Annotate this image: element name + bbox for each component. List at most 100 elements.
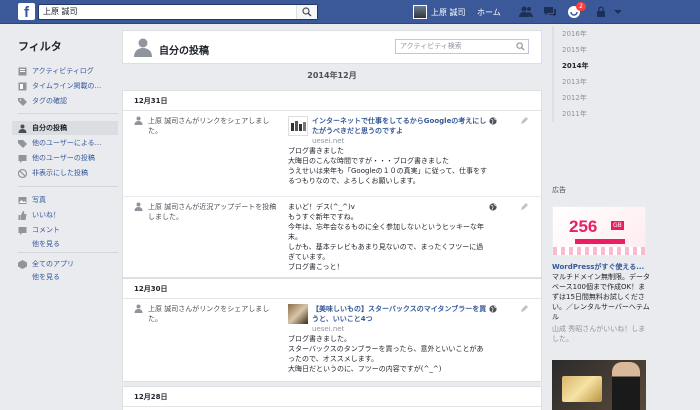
day-card: 12月31日 上原 誠司さんがリンクをシェアしました。 インターネットで仕事をし… [122, 90, 542, 278]
filter-title: フィルタ [18, 40, 62, 53]
privacy-lock-icon[interactable] [595, 6, 607, 18]
post-line: ブログ書こっと！ [288, 263, 344, 271]
post-line: 大晦日のこんな時間ですが・・・ブログ書きました [288, 157, 449, 165]
activity-search-placeholder: アクティビティ検索 [400, 42, 462, 50]
edit-pencil-icon[interactable] [520, 305, 528, 313]
post-line: 大晦日だというのに、フツーの内容ですが(^_^) [288, 365, 442, 373]
page-title: 自分の投稿 [159, 46, 209, 57]
activity-entry: 上原 誠司さんが近況アップデートを投稿しました。 まいど！デス(^_^)v もう… [123, 197, 541, 278]
filter-hidden-posts[interactable]: 非表示にした投稿 [18, 166, 118, 180]
year-link[interactable]: 2013年 [554, 74, 612, 90]
user-icon [134, 116, 143, 125]
post-line: ブログ書きました [288, 147, 344, 155]
user-icon [134, 304, 143, 313]
post-line: 今年は、忘年会なるものに全く参加しないというヒッキーな年末。 [288, 223, 484, 241]
comments-icon [18, 226, 27, 235]
see-more-link[interactable]: 他を見る [32, 239, 60, 249]
facebook-logo-icon[interactable]: f [18, 3, 35, 20]
your-posts-icon [134, 38, 152, 57]
filter-posts-by-others[interactable]: 他のユーザーによる... [18, 136, 118, 150]
hidden-posts-icon [18, 168, 27, 178]
search-icon [302, 7, 312, 17]
profile-link[interactable]: 上原 誠司 [413, 4, 466, 20]
filter-label: タイムライン掲載の... [32, 82, 102, 90]
year-link-active[interactable]: 2014年 [554, 58, 612, 74]
filter-label: 他のユーザーの投稿 [32, 154, 95, 162]
link-thumbnail[interactable] [288, 116, 308, 136]
link-title[interactable]: インターネットで仕事をしてるからGoogleの考えにしたがうべきだと思うのですよ [312, 116, 488, 136]
public-globe-icon[interactable] [489, 203, 497, 211]
posts-by-others-icon [18, 139, 27, 148]
link-title[interactable]: 【美味しいもの】スターバックスのマイタンブラーを買うと、いいこと4つ [312, 304, 488, 324]
post-line: うえせいは来年も「Googleの１０の真実」に従って、仕事をするつもりなので、よ… [288, 167, 487, 185]
filter-your-posts[interactable]: 自分の投稿 [12, 121, 118, 135]
activity-summary[interactable]: 上原 誠司さんがリンクをシェアしました。 [148, 116, 278, 136]
avatar [413, 5, 427, 19]
friends-icon[interactable] [518, 4, 534, 20]
tag-review-icon [18, 97, 27, 106]
filter-label: アクティビティログ [32, 67, 94, 75]
filter-comments[interactable]: コメント [18, 223, 118, 237]
public-globe-icon[interactable] [489, 117, 497, 125]
filter-label: 他のユーザーによる... [32, 139, 102, 147]
filter-tag-review[interactable]: タグの確認 [18, 94, 118, 108]
edit-pencil-icon[interactable] [520, 203, 528, 211]
activity-summary[interactable]: 上原 誠司さんが近況アップデートを投稿しました。 [148, 202, 278, 222]
person-graphic [612, 362, 640, 410]
filter-label: いいね！ [32, 211, 60, 219]
ad-image-unit: GB [611, 221, 624, 230]
activity-entry: 上原 誠司さんがリンクをシェアしました。 【美味しいもの】スターバックスのマイタ… [123, 299, 541, 381]
public-globe-icon[interactable] [489, 305, 497, 313]
post-content: まいど！デス(^_^)v もうすぐ新年ですね。 今年は、忘年会なるものに全く参加… [288, 202, 488, 272]
filter-label: コメント [32, 226, 60, 234]
filter-label: 全てのアプリ [32, 260, 74, 268]
post-line: もうすぐ新年ですね。 [288, 213, 358, 221]
filter-label: 自分の投稿 [32, 124, 67, 132]
year-link[interactable]: 2011年 [554, 106, 612, 122]
ad-image-number: 256 [569, 217, 598, 236]
year-navigation: 2016年 2015年 2014年 2013年 2012年 2011年 [552, 26, 612, 122]
filter-others-posts[interactable]: 他のユーザーの投稿 [18, 151, 118, 165]
others-posts-icon [18, 154, 27, 163]
day-card: 12月28日 [122, 386, 542, 410]
ad-body: マルチドメイン無制限。データベース100個まで作成OK！まずは15日間無料お試し… [552, 273, 650, 321]
messages-icon[interactable] [542, 4, 558, 20]
activity-summary[interactable]: 上原 誠司さんがリンクをシェアしました。 [148, 304, 278, 324]
see-more-link[interactable]: 他を見る [32, 272, 60, 282]
ad-image[interactable] [552, 360, 646, 410]
likes-icon [18, 210, 27, 220]
filter-label: 写真 [32, 196, 46, 204]
search-input[interactable]: 上原 誠司 [38, 4, 318, 20]
filter-all-apps[interactable]: 全てのアプリ [18, 257, 118, 271]
post-content: 【美味しいもの】スターバックスのマイタンブラーを買うと、いいこと4つ uesei… [288, 304, 488, 374]
edit-pencil-icon[interactable] [520, 117, 528, 125]
user-icon [134, 202, 143, 211]
timeline-review-icon [18, 82, 27, 90]
filter-label: タグの確認 [32, 97, 67, 105]
search-button[interactable] [296, 5, 317, 19]
home-link[interactable]: ホーム [477, 7, 501, 18]
filter-timeline-review[interactable]: タイムライン掲載の... [18, 79, 118, 93]
your-posts-icon [18, 124, 27, 133]
link-thumbnail[interactable] [288, 304, 308, 324]
filter-photos[interactable]: 写真 [18, 193, 118, 207]
link-domain: uesei.net [312, 137, 345, 145]
ad-title[interactable]: WordPressがすぐ使える... [552, 262, 650, 272]
filter-label: 非表示にした投稿 [32, 169, 88, 177]
account-menu-chevron-icon[interactable] [613, 6, 623, 18]
activity-entry: 上原 誠司さんがリンクをシェアしました。 インターネットで仕事をしてるからGoo… [123, 111, 541, 197]
year-link[interactable]: 2012年 [554, 90, 612, 106]
filter-divider [18, 113, 118, 114]
ad-image[interactable]: 256 GB [552, 206, 646, 256]
date-header: 12月30日 [123, 279, 541, 299]
date-header: 12月28日 [123, 387, 541, 407]
filter-likes[interactable]: いいね！ [18, 208, 118, 222]
photos-icon [18, 196, 27, 204]
activity-search-input[interactable]: アクティビティ検索 [395, 39, 529, 54]
post-line: しかも、基本テレビもあまり見ないので、まったくフツーに過ぎています。 [288, 243, 484, 261]
ad-social-context: 山成 秀昭さんがいいね！しました。 [552, 325, 646, 343]
filter-activity-log[interactable]: アクティビティログ [18, 64, 118, 78]
year-link[interactable]: 2015年 [554, 42, 612, 58]
year-link[interactable]: 2016年 [554, 26, 612, 42]
notifications-icon[interactable]: 2 [566, 2, 586, 20]
